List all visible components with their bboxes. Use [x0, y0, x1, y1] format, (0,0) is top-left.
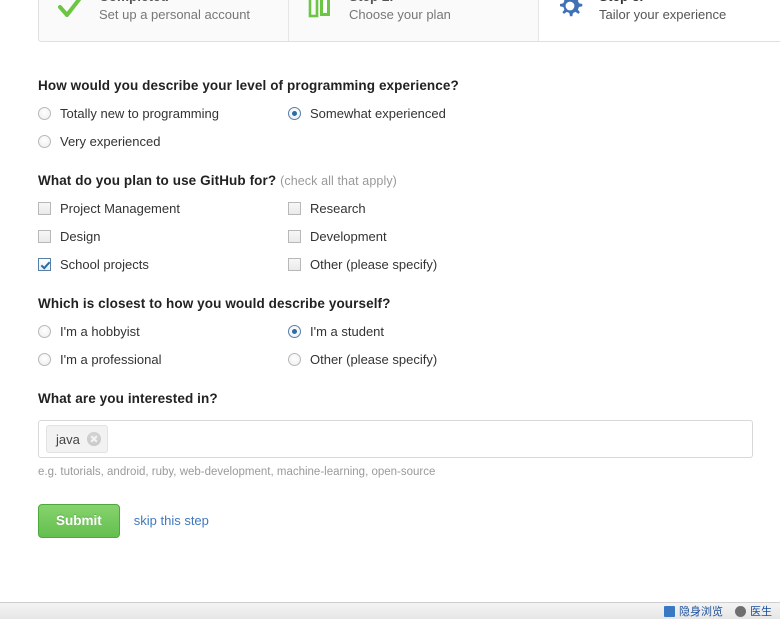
radio-icon[interactable] — [288, 353, 301, 366]
green-check-icon — [53, 0, 87, 23]
radio-option-student[interactable]: I'm a student — [288, 325, 538, 338]
submit-button[interactable]: Submit — [38, 504, 120, 538]
question-title-text: What do you plan to use GitHub for? — [38, 173, 277, 188]
option-label: Totally new to programming — [60, 106, 219, 121]
checkbox-icon[interactable] — [288, 258, 301, 271]
experience-radio-group: Totally new to programming Somewhat expe… — [38, 107, 778, 163]
option-label: Very experienced — [60, 134, 161, 149]
blue-gear-icon — [553, 0, 587, 23]
radio-option-professional[interactable]: I'm a professional — [38, 353, 288, 366]
question-title-text: Which is closest to how you would descri… — [38, 296, 391, 311]
onboarding-steps-header: Completed Set up a personal account Step… — [38, 0, 780, 42]
status-bar-label: 隐身浏览 — [679, 606, 723, 618]
option-label: Somewhat experienced — [310, 106, 446, 121]
checkbox-option-design[interactable]: Design — [38, 230, 288, 243]
tag-label: java — [56, 431, 80, 447]
step-item-2[interactable]: Step 2. Choose your plan — [289, 0, 539, 41]
step-item-3[interactable]: Step 3. Tailor your experience — [539, 0, 780, 41]
doctor-icon — [735, 605, 746, 617]
status-bar-item-incognito[interactable]: 隐身浏览 — [664, 603, 723, 619]
question-describe-yourself: Which is closest to how you would descri… — [38, 296, 758, 381]
option-label: Research — [310, 201, 366, 216]
interests-helper-text: e.g. tutorials, android, ruby, web-devel… — [38, 466, 436, 478]
checkbox-icon-checked[interactable] — [38, 258, 51, 271]
step-subtitle: Set up a personal account — [99, 7, 251, 23]
option-label: I'm a hobbyist — [60, 324, 140, 339]
close-icon[interactable] — [86, 432, 101, 446]
option-label: Other (please specify) — [310, 352, 438, 367]
radio-icon[interactable] — [38, 107, 51, 120]
question-usage: What do you plan to use GitHub for? (che… — [38, 173, 758, 286]
radio-option-somewhat-experienced[interactable]: Somewhat experienced — [288, 107, 538, 120]
describe-radio-group: I'm a hobbyist I'm a student I'm a profe… — [38, 325, 778, 381]
option-label: Development — [310, 229, 387, 244]
step-item-1[interactable]: Completed Set up a personal account — [39, 0, 289, 41]
interests-tag-input[interactable]: java — [38, 420, 753, 458]
radio-icon[interactable] — [38, 325, 51, 338]
question-title: What do you plan to use GitHub for? (che… — [38, 173, 758, 188]
form-actions: Submit skip this step — [38, 504, 758, 538]
radio-option-other[interactable]: Other (please specify) — [288, 353, 538, 366]
status-bar-item-doctor[interactable]: 医生 — [735, 603, 772, 619]
checkbox-icon[interactable] — [38, 230, 51, 243]
checkbox-option-school-projects[interactable]: School projects — [38, 258, 288, 271]
checkbox-option-development[interactable]: Development — [288, 230, 538, 243]
checkbox-icon[interactable] — [288, 230, 301, 243]
browser-status-bar: 隐身浏览 医生 — [0, 602, 780, 619]
checkbox-option-project-management[interactable]: Project Management — [38, 202, 288, 215]
radio-icon-selected[interactable] — [288, 325, 301, 338]
option-label: I'm a professional — [60, 352, 162, 367]
option-label: Project Management — [60, 201, 180, 216]
question-title: What are you interested in? — [38, 391, 758, 406]
green-book-icon — [303, 0, 337, 23]
option-label: I'm a student — [310, 324, 385, 339]
question-hint: (check all that apply) — [280, 174, 397, 188]
radio-icon-selected[interactable] — [288, 107, 301, 120]
radio-option-totally-new[interactable]: Totally new to programming — [38, 107, 288, 120]
tailor-experience-form: How would you describe your level of pro… — [38, 78, 758, 538]
tag-java[interactable]: java — [46, 425, 108, 453]
question-experience: How would you describe your level of pro… — [38, 78, 758, 163]
question-title: Which is closest to how you would descri… — [38, 296, 758, 311]
step-subtitle: Tailor your experience — [599, 7, 727, 23]
window-icon — [664, 605, 675, 617]
option-label: School projects — [60, 257, 149, 272]
option-label: Other (please specify) — [310, 257, 438, 272]
checkbox-option-research[interactable]: Research — [288, 202, 538, 215]
step-subtitle: Choose your plan — [349, 7, 451, 23]
radio-option-very-experienced[interactable]: Very experienced — [38, 135, 288, 148]
checkbox-icon[interactable] — [38, 202, 51, 215]
question-title-text: What are you interested in? — [38, 391, 218, 406]
steps-list: Completed Set up a personal account Step… — [38, 0, 780, 42]
radio-icon[interactable] — [38, 353, 51, 366]
skip-this-step-link[interactable]: skip this step — [134, 513, 209, 528]
option-label: Design — [60, 229, 101, 244]
radio-icon[interactable] — [38, 135, 51, 148]
radio-option-hobbyist[interactable]: I'm a hobbyist — [38, 325, 288, 338]
usage-checkbox-group: Project Management Research Design Devel… — [38, 202, 778, 286]
question-title: How would you describe your level of pro… — [38, 78, 758, 93]
question-interests: What are you interested in? java e.g. tu… — [38, 391, 758, 478]
checkbox-icon[interactable] — [288, 202, 301, 215]
question-title-text: How would you describe your level of pro… — [38, 78, 459, 93]
status-bar-label: 医生 — [750, 606, 772, 618]
checkbox-option-other[interactable]: Other (please specify) — [288, 258, 538, 271]
